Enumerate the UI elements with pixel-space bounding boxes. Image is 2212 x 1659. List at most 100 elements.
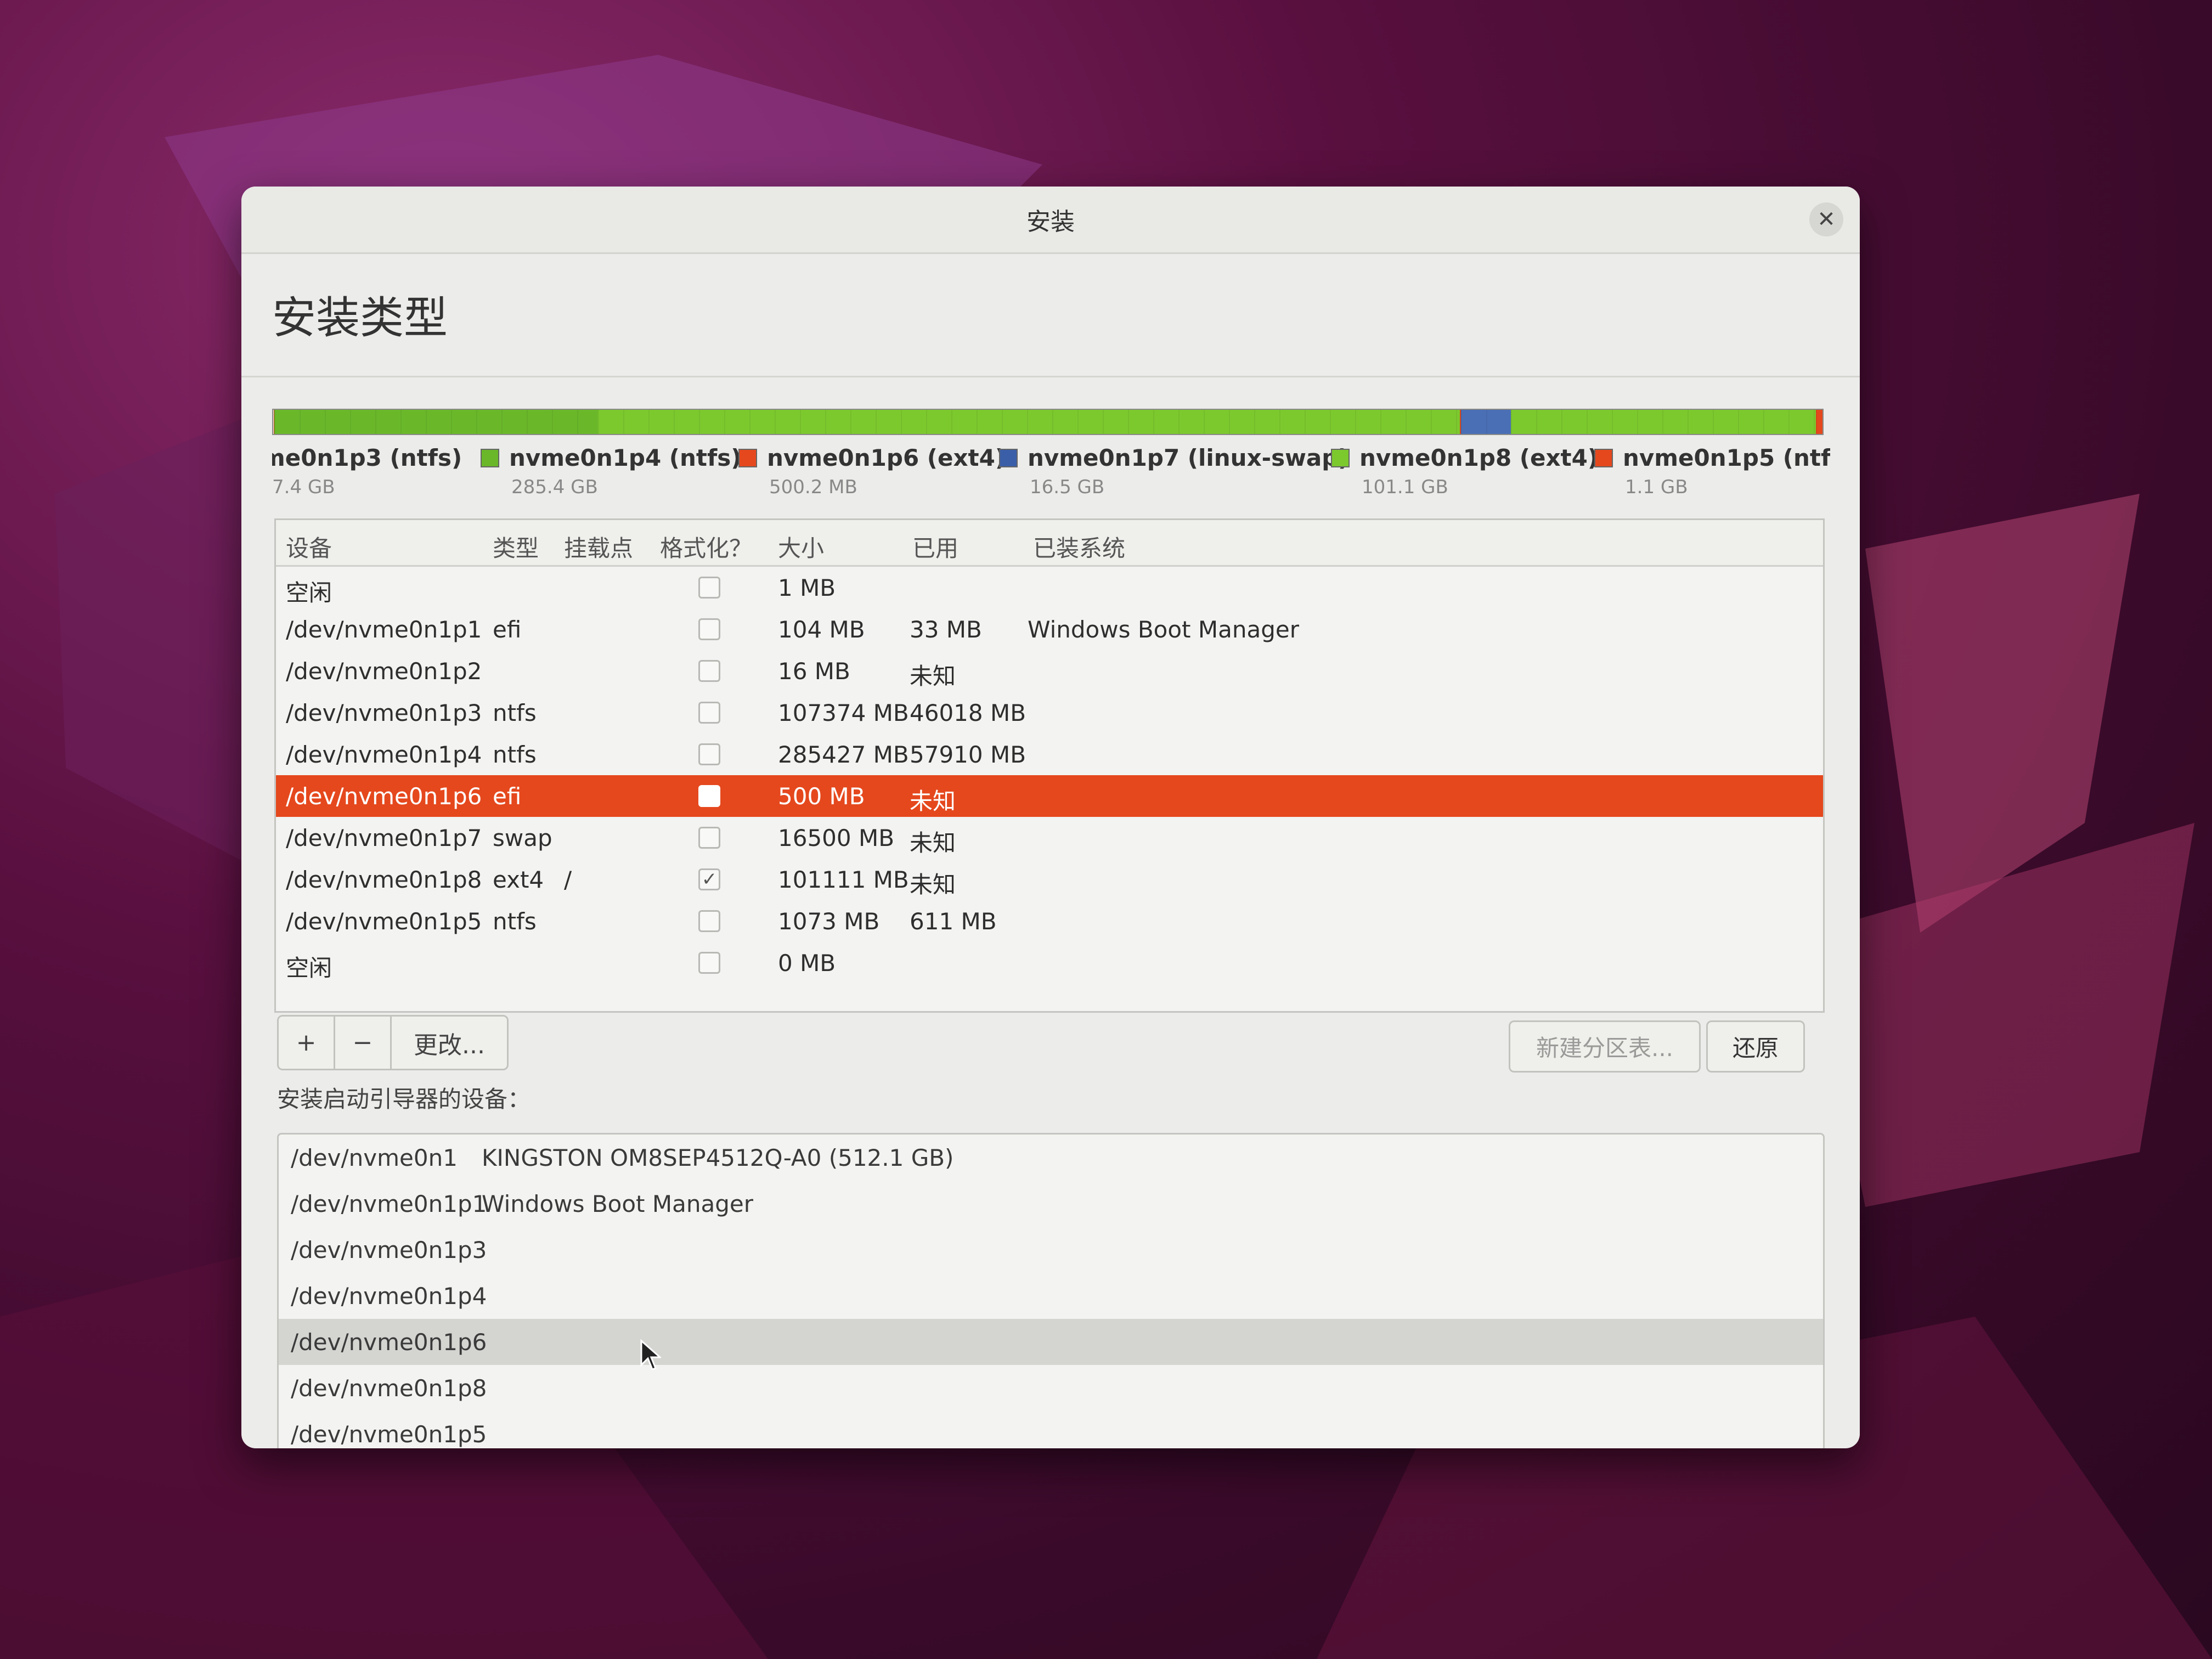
bootloader-device-item[interactable]: /dev/nvme0n1p1 Windows Boot Manager [279,1181,1823,1227]
legend-name: me0n1p3 (ntfs) [272,444,462,471]
bootloader-device-path: /dev/nvme0n1p1 [291,1190,487,1217]
cell-used: 46018 MB [910,699,1026,726]
cell-size: 101111 MB [778,866,909,893]
partition-bar-segment [1510,410,1816,434]
header-system[interactable]: 已装系统 [1033,530,1125,563]
cell-device: 空闲 [286,955,332,981]
format-checkbox[interactable] [698,785,720,807]
bootloader-device-item[interactable]: /dev/nvme0n1p5 [279,1411,1823,1448]
format-checkbox[interactable] [698,910,720,932]
divider [241,376,1860,377]
add-partition-button[interactable]: + [279,1017,335,1069]
header-format[interactable]: 格式化？ [660,530,752,563]
mouse-pointer-icon [640,1339,661,1370]
cell-system: Windows Boot Manager [1028,616,1299,643]
cell-type: ntfs [493,908,537,935]
close-button[interactable]: ✕ [1809,202,1843,236]
header-size[interactable]: 大小 [778,530,824,563]
title-bar: 安装 ✕ [241,187,1860,254]
legend-swatch [738,448,757,467]
bootloader-device-path: /dev/nvme0n1p6 [291,1329,487,1356]
bootloader-device-item[interactable]: /dev/nvme0n1p8 [279,1365,1823,1411]
partition-usage-bar [272,409,1824,435]
cell-type: ext4 [493,866,544,893]
bootloader-device-path: /dev/nvme0n1p8 [291,1375,487,1402]
legend-size: 1.1 GB [1625,476,1688,498]
header-device[interactable]: 设备 [286,530,332,563]
bootloader-device-item[interactable]: /dev/nvme0n1 KINGSTON OM8SEP4512Q-A0 (512… [279,1135,1823,1181]
cell-type: ntfs [493,699,537,726]
cell-type: ntfs [493,741,537,768]
format-checkbox[interactable] [698,618,720,640]
revert-button[interactable]: 还原 [1706,1020,1805,1073]
table-row[interactable]: /dev/nvme0n1p5 ntfs 1073 MB 611 MB [276,900,1823,942]
cell-used: 611 MB [910,908,997,935]
remove-partition-button[interactable]: − [335,1017,392,1069]
legend-size: 101.1 GB [1362,476,1448,498]
legend-item: me0n1p3 (ntfs) 7.4 GB [272,444,462,498]
table-body: 空闲 1 MB/dev/nvme0n1p1 efi 104 MB 33 MB Window… [276,567,1823,984]
bootloader-device-item[interactable]: /dev/nvme0n1p3 [279,1227,1823,1273]
format-checkbox[interactable]: ✓ [698,868,720,890]
cell-size: 1 MB [778,574,836,601]
partition-bar-segment [598,410,1460,434]
table-row[interactable]: /dev/nvme0n1p3 ntfs 107374 MB 46018 MB [276,692,1823,733]
table-row[interactable]: /dev/nvme0n1p2 16 MB 未知 [276,650,1823,692]
partition-legend: me0n1p3 (ntfs) 7.4 GB nvme0n1p4 (ntfs) 2… [272,444,1830,505]
new-partition-table-button[interactable]: 新建分区表... [1509,1020,1701,1073]
header-used[interactable]: 已用 [912,530,958,563]
cell-size: 1073 MB [778,908,880,935]
table-row[interactable]: /dev/nvme0n1p7 swap 16500 MB 未知 [276,817,1823,859]
table-header: 设备 类型 挂载点 格式化？ 大小 已用 已装系统 [276,520,1823,567]
table-row[interactable]: /dev/nvme0n1p4 ntfs 285427 MB 57910 MB [276,733,1823,775]
table-row-selected[interactable]: /dev/nvme0n1p6 efi 500 MB 未知 [276,775,1823,817]
installer-window: 安装 ✕ 安装类型 me0n1p3 (ntfs) 7.4 GB nvme0n1p… [241,187,1860,1448]
cell-mount: / [564,866,572,893]
format-checkbox[interactable] [698,743,720,765]
cell-device: 空闲 [286,579,332,606]
legend-name: nvme0n1p8 (ext4) [1359,444,1599,471]
cell-used: 57910 MB [910,741,1026,768]
format-checkbox[interactable] [698,660,720,682]
legend-swatch [999,448,1018,467]
bootloader-device-list[interactable]: /dev/nvme0n1 KINGSTON OM8SEP4512Q-A0 (512… [277,1133,1825,1448]
cell-type: efi [493,783,522,810]
format-checkbox[interactable] [698,702,720,724]
bootloader-device-description: Windows Boot Manager [482,1190,753,1217]
legend-size: 285.4 GB [511,476,598,498]
legend-name: nvme0n1p5 (ntfs) [1623,444,1830,471]
cell-used: 未知 [910,788,956,815]
bootloader-device-path: /dev/nvme0n1 [291,1144,458,1171]
close-icon: ✕ [1817,207,1836,232]
legend-item: nvme0n1p4 (ntfs) 285.4 GB [481,444,741,498]
table-row[interactable]: 空闲 1 MB [276,567,1823,608]
partition-bar-segment [274,410,599,434]
cell-type: efi [493,616,522,643]
partition-table[interactable]: 设备 类型 挂载点 格式化？ 大小 已用 已装系统 空闲 1 MB/dev/nvm… [274,518,1825,1013]
cell-size: 16500 MB [778,825,895,851]
table-row[interactable]: 空闲 0 MB [276,942,1823,984]
format-checkbox[interactable] [698,577,720,599]
format-checkbox[interactable] [698,827,720,849]
legend-item: nvme0n1p6 (ext4) 500.2 MB [738,444,1006,498]
legend-item: nvme0n1p8 (ext4) 101.1 GB [1331,444,1599,498]
legend-size: 16.5 GB [1030,476,1105,498]
change-partition-button[interactable]: 更改... [392,1017,507,1069]
format-checkbox[interactable] [698,952,720,974]
bootloader-device-path: /dev/nvme0n1p3 [291,1237,487,1263]
header-type[interactable]: 类型 [493,530,539,563]
cell-device: /dev/nvme0n1p7 [286,825,482,851]
cell-size: 285427 MB [778,741,909,768]
bootloader-device-item[interactable]: /dev/nvme0n1p6 [279,1319,1823,1365]
cell-device: /dev/nvme0n1p2 [286,658,482,685]
legend-name: nvme0n1p7 (linux-swap) [1028,444,1349,471]
legend-swatch [481,448,499,467]
table-row[interactable]: /dev/nvme0n1p1 efi 104 MB 33 MB Windows Boot… [276,608,1823,650]
bootloader-device-path: /dev/nvme0n1p4 [291,1283,487,1310]
cell-size: 104 MB [778,616,865,643]
table-row[interactable]: /dev/nvme0n1p8 ext4 / 101111 MB 未知 ✓ [276,859,1823,900]
legend-swatch [1331,448,1350,467]
header-mount[interactable]: 挂载点 [564,530,633,563]
bootloader-device-item[interactable]: /dev/nvme0n1p4 [279,1273,1823,1319]
legend-size: 7.4 GB [272,476,335,498]
